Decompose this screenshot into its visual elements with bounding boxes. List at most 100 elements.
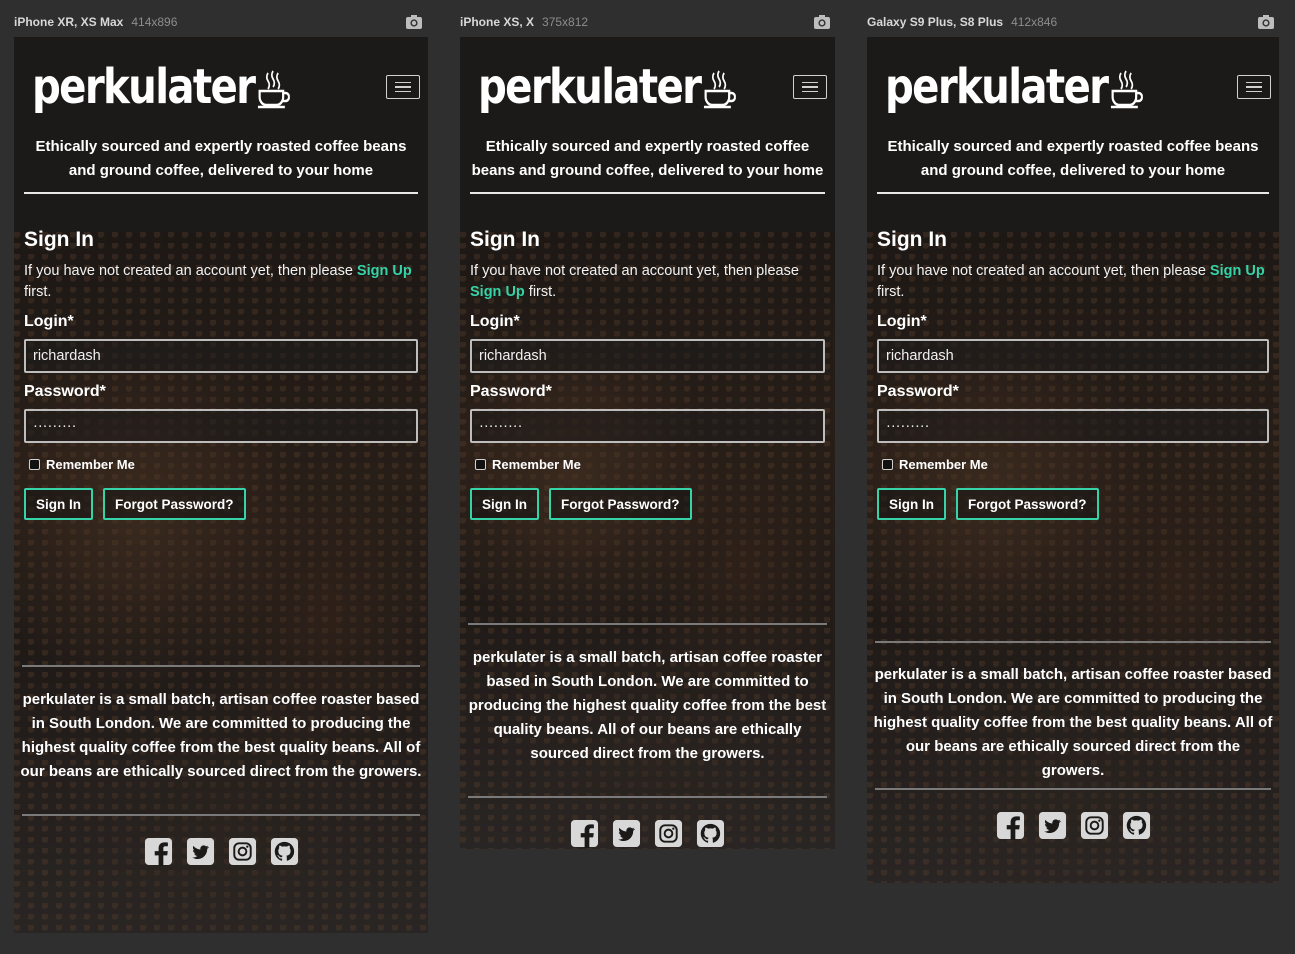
tagline: Ethically sourced and expertly roasted c… [471,138,824,179]
twitter-icon[interactable] [1038,811,1067,840]
device-frame-2: perkulater Ethically sourced and expertl… [460,37,835,849]
signup-link[interactable]: Sign Up [470,284,525,300]
device-size: 412x846 [1011,15,1058,29]
remember-checkbox[interactable] [29,459,40,470]
prompt-text: If you have not created an account yet, … [24,263,357,279]
coffee-cup-icon [257,70,290,109]
prompt-text-end: first. [877,284,905,300]
social-links [867,811,1279,840]
signup-prompt: If you have not created an account yet, … [470,261,825,303]
site-logo[interactable]: perkulater [478,59,736,115]
page-title: Sign In [470,228,540,251]
prompt-text-end: first. [524,284,557,300]
prompt-text: If you have not created an account yet, … [470,263,799,279]
footer-divider-bottom [22,814,420,816]
password-input[interactable]: ········· [24,409,418,443]
login-label: Login* [24,313,74,330]
remember-label: Remember Me [899,457,988,472]
signup-link[interactable]: Sign Up [1210,263,1265,279]
device-name: iPhone XR, XS Max [14,15,124,29]
github-icon[interactable] [270,837,299,866]
remember-me[interactable]: Remember Me [475,457,825,472]
about-text: perkulater is a small batch, artisan cof… [468,649,827,762]
footer-divider-top [875,641,1271,643]
header: perkulater Ethically sourced and expertl… [460,37,835,232]
remember-checkbox[interactable] [475,459,486,470]
signin-button[interactable]: Sign In [877,488,946,520]
prompt-text: If you have not created an account yet, … [877,263,1210,279]
remember-label: Remember Me [492,457,581,472]
social-links [14,837,428,866]
divider [877,192,1269,194]
device-header-1: iPhone XR, XS Max 414x896 [14,13,423,31]
divider [470,192,825,194]
remember-me[interactable]: Remember Me [29,457,418,472]
site-logo[interactable]: perkulater [885,59,1143,115]
twitter-icon[interactable] [186,837,215,866]
footer-divider-top [468,623,827,625]
password-label: Password* [24,383,106,400]
device-name: iPhone XS, X [460,15,535,29]
coffee-cup-icon [703,70,736,109]
social-links [460,819,835,848]
prompt-text-end: first. [24,284,52,300]
password-label: Password* [877,383,959,400]
signin-form: Sign In If you have not created an accou… [470,227,825,520]
menu-toggle-button[interactable] [386,75,420,99]
menu-toggle-button[interactable] [793,75,827,99]
site-logo[interactable]: perkulater [32,59,290,115]
page-title: Sign In [877,228,947,251]
remember-checkbox[interactable] [882,459,893,470]
footer-divider-bottom [468,796,827,798]
divider [24,192,418,194]
camera-icon[interactable] [813,14,831,30]
header: perkulater Ethically sourced and expertl… [867,37,1279,232]
camera-icon[interactable] [1257,14,1275,30]
login-label: Login* [877,313,927,330]
login-label: Login* [470,313,520,330]
menu-toggle-button[interactable] [1237,75,1271,99]
twitter-icon[interactable] [612,819,641,848]
device-header-3: Galaxy S9 Plus, S8 Plus 412x846 [867,13,1275,31]
about-text: perkulater is a small batch, artisan cof… [20,691,422,780]
menu-icon [395,81,411,84]
logo-text: perkulater [885,59,1109,115]
menu-icon [1246,81,1262,84]
instagram-icon[interactable] [228,837,257,866]
signin-button[interactable]: Sign In [24,488,93,520]
password-input[interactable]: ········· [470,409,825,443]
instagram-icon[interactable] [654,819,683,848]
instagram-icon[interactable] [1080,811,1109,840]
signup-link[interactable]: Sign Up [357,263,412,279]
signup-prompt: If you have not created an account yet, … [24,261,418,303]
tagline: Ethically sourced and expertly roasted c… [887,138,1259,179]
device-name: Galaxy S9 Plus, S8 Plus [867,15,1004,29]
facebook-icon[interactable] [144,837,173,866]
device-frame-3: perkulater Ethically sourced and expertl… [867,37,1279,883]
device-size: 375x812 [542,15,589,29]
password-input[interactable]: ········· [877,409,1269,443]
forgot-password-button[interactable]: Forgot Password? [549,488,692,520]
facebook-icon[interactable] [570,819,599,848]
forgot-password-button[interactable]: Forgot Password? [103,488,246,520]
github-icon[interactable] [1122,811,1151,840]
facebook-icon[interactable] [996,811,1025,840]
header: perkulater Ethically sourced and expertl… [14,37,428,232]
device-size: 414x896 [131,15,178,29]
coffee-cup-icon [1110,70,1143,109]
login-input[interactable]: richardash [877,339,1269,373]
logo-text: perkulater [32,59,256,115]
login-input[interactable]: richardash [470,339,825,373]
footer-divider-bottom [875,788,1271,790]
signin-form: Sign In If you have not created an accou… [24,227,418,520]
forgot-password-button[interactable]: Forgot Password? [956,488,1099,520]
camera-icon[interactable] [405,14,423,30]
signin-button[interactable]: Sign In [470,488,539,520]
remember-label: Remember Me [46,457,135,472]
login-input[interactable]: richardash [24,339,418,373]
about-text: perkulater is a small batch, artisan cof… [873,666,1273,779]
github-icon[interactable] [696,819,725,848]
remember-me[interactable]: Remember Me [882,457,1269,472]
logo-text: perkulater [478,59,702,115]
signup-prompt: If you have not created an account yet, … [877,261,1269,303]
